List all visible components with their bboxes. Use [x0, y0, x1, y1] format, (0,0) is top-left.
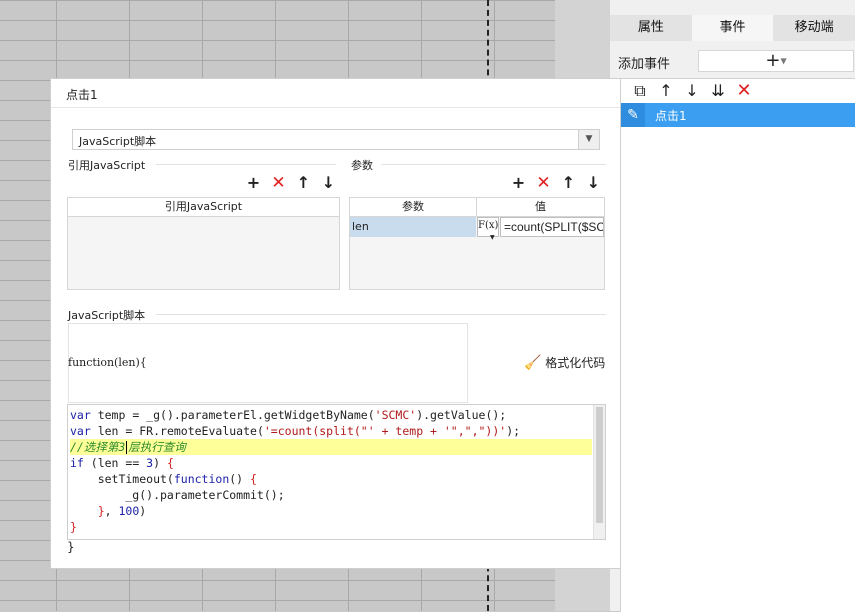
code-line: _g().parameterCommit();	[70, 488, 285, 502]
formula-icon[interactable]: F(x) ▼	[477, 217, 499, 241]
tab-properties[interactable]: 属性	[610, 15, 692, 41]
move-bottom-icon[interactable]: ⇊	[705, 81, 731, 101]
script-type-select[interactable]: JavaScript脚本 ▼	[72, 129, 600, 150]
delete-icon[interactable]: ✕	[266, 174, 291, 192]
arrow-down-icon[interactable]: ↓	[581, 174, 606, 192]
dialog-title-bar: 点击1	[51, 79, 620, 108]
script-type-value: JavaScript脚本	[79, 135, 157, 148]
params-toolbar: + ✕ ↑ ↓	[506, 174, 606, 193]
event-dialog: 点击1 JavaScript脚本 ▼ 引用JavaScript + ✕ ↑ ↓ …	[50, 78, 621, 569]
format-code-label: 格式化代码	[545, 356, 606, 370]
arrow-up-icon[interactable]: ↑	[291, 174, 316, 192]
dialog-title: 点击1	[66, 88, 98, 102]
event-toolbar: ⧉ ↑ ↓ ⇊ ✕	[627, 81, 757, 101]
right-property-panel: 属性 事件 移动端 添加事件 +▼ ⧉ ↑ ↓ ⇊ ✕ ✎ 点击1	[610, 0, 855, 612]
copy-icon[interactable]: ⧉	[627, 81, 653, 101]
code-line: }, 100)	[97, 504, 147, 518]
code-line-highlighted: //选择第3 层执行查询	[70, 439, 592, 455]
divider	[381, 164, 606, 165]
function-signature: function(len){	[68, 356, 147, 369]
ref-js-toolbar: + ✕ ↑ ↓	[241, 174, 341, 193]
value-col-header: 值	[477, 198, 604, 217]
code-line: var len = FR.remoteEvaluate('=count(spli…	[70, 424, 521, 438]
divider	[156, 164, 336, 165]
code-editor[interactable]: var temp = _g().parameterEl.getWidgetByN…	[67, 404, 606, 540]
arrow-up-icon[interactable]: ↑	[653, 81, 679, 101]
add-icon[interactable]: +	[241, 174, 266, 192]
add-event-row: 添加事件 +▼	[618, 50, 854, 72]
arrow-down-icon[interactable]: ↓	[316, 174, 341, 192]
code-line: }	[70, 520, 77, 534]
params-col-header: 参数	[350, 198, 477, 217]
param-value-cell[interactable]: =count(SPLIT($SCMC	[500, 217, 604, 237]
ref-js-table-header: 引用JavaScript	[68, 198, 339, 217]
ref-js-section-label: 引用JavaScript	[68, 159, 146, 172]
param-name-cell[interactable]: len	[350, 217, 476, 237]
add-event-button[interactable]: +▼	[698, 50, 854, 72]
chevron-down-icon[interactable]: ▼	[578, 130, 599, 149]
add-icon[interactable]: +	[506, 174, 531, 192]
add-event-label: 添加事件	[618, 57, 671, 72]
event-name: 点击1	[655, 109, 687, 123]
scrollbar-thumb[interactable]	[596, 407, 603, 523]
tab-mobile[interactable]: 移动端	[773, 15, 855, 41]
broom-icon: 🧹	[524, 355, 542, 371]
code-scrollbar[interactable]	[593, 405, 605, 539]
js-section-label: JavaScript脚本	[68, 309, 146, 322]
delete-icon[interactable]: ✕	[731, 81, 757, 101]
pencil-icon: ✎	[621, 103, 645, 127]
delete-icon[interactable]: ✕	[531, 174, 556, 192]
event-list-item[interactable]: ✎ 点击1	[621, 103, 855, 127]
arrow-down-icon[interactable]: ↓	[679, 81, 705, 101]
arrow-up-icon[interactable]: ↑	[556, 174, 581, 192]
plus-icon: +	[765, 50, 781, 71]
params-table: 参数 值 len F(x)▼ =count(SPLIT($SCMC	[349, 197, 605, 290]
code-line: var temp = _g().parameterEl.getWidgetByN…	[70, 408, 507, 422]
event-list: ⧉ ↑ ↓ ⇊ ✕ ✎ 点击1	[620, 78, 855, 612]
code-line: setTimeout(function() {	[70, 472, 257, 486]
code-line: if (len == 3) {	[70, 456, 174, 470]
panel-tabs: 属性 事件 移动端	[610, 15, 855, 41]
function-closing-brace: }	[67, 540, 75, 554]
params-section-label: 参数	[351, 159, 373, 172]
tab-events[interactable]: 事件	[691, 15, 774, 41]
ref-js-table: 引用JavaScript	[67, 197, 340, 290]
chevron-down-icon: ▼	[780, 56, 787, 66]
format-code-button[interactable]: 🧹 格式化代码	[524, 354, 605, 371]
divider	[156, 314, 606, 315]
